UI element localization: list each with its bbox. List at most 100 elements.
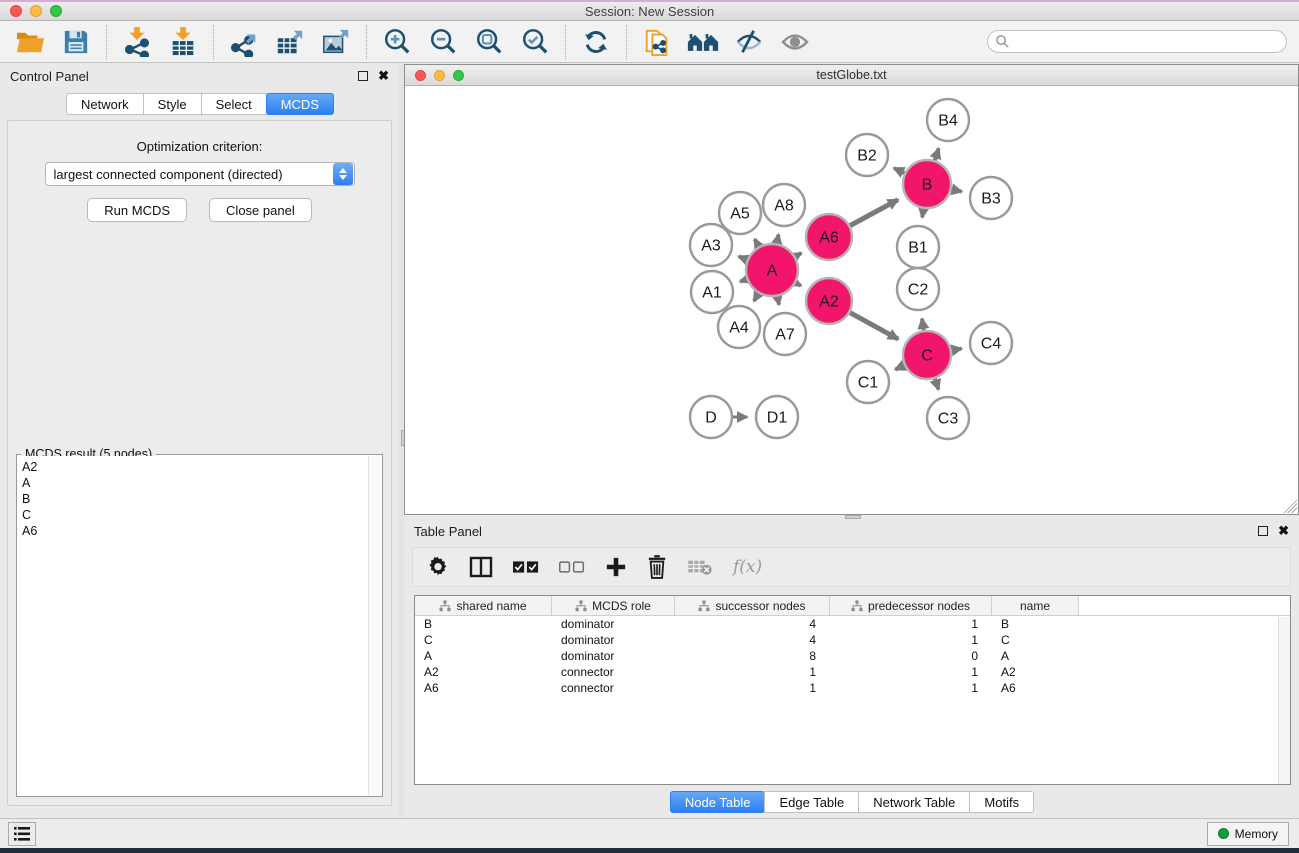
tab-motifs[interactable]: Motifs [969,791,1034,813]
network-resize-grip[interactable] [1283,499,1297,513]
network-window-titlebar[interactable]: testGlobe.txt [405,65,1298,86]
zoom-out-button[interactable] [427,26,459,58]
tab-node-table[interactable]: Node Table [670,791,766,813]
node-B4[interactable]: B4 [927,99,969,141]
float-panel-icon[interactable] [358,71,368,81]
import-network-button[interactable] [121,26,153,58]
import-table-button[interactable] [167,26,199,58]
close-table-panel-icon[interactable]: ✖ [1278,526,1289,536]
hide-selected-button[interactable] [733,26,765,58]
window-titlebar[interactable]: Session: New Session [0,2,1299,21]
show-all-button[interactable] [779,26,811,58]
mcds-list-scrollbar[interactable] [368,456,381,795]
refresh-button[interactable] [580,26,612,58]
mcds-result-item[interactable]: C [22,507,368,523]
node-A7[interactable]: A7 [764,313,806,355]
table-cell: dominator [552,633,675,647]
node-B2[interactable]: B2 [846,134,888,176]
zoom-in-button[interactable] [381,26,413,58]
network-window-title: testGlobe.txt [405,68,1298,82]
shared-column-icon [575,600,587,612]
tab-mcds[interactable]: MCDS [266,93,334,115]
first-neighbors-button[interactable] [687,26,719,58]
tab-style[interactable]: Style [143,93,202,115]
criterion-dropdown[interactable]: largest connected component (directed) [45,162,355,186]
delete-table-button[interactable] [687,554,713,580]
column-header-MCDS-role[interactable]: MCDS role [552,596,675,615]
node-D1[interactable]: D1 [756,396,798,438]
network-canvas[interactable]: A A1 A3 A4 A5 A7 A8A6 A2 B B1 B2 B3 B4 C C1 C2 C3C4 D D1 [405,86,1298,514]
node-A4[interactable]: A4 [718,306,760,348]
table-row[interactable]: Bdominator41B [415,616,1290,632]
node-C4[interactable]: C4 [970,322,1012,364]
add-column-button[interactable] [605,554,627,580]
select-all-checks-icon[interactable] [513,554,539,580]
search-input[interactable] [987,30,1287,53]
deselect-all-checks-icon[interactable] [559,554,585,580]
function-builder-button[interactable]: f(x) [733,554,762,580]
table-row[interactable]: A6connector11A6 [415,680,1290,696]
table-cell: A6 [992,681,1079,695]
tab-select[interactable]: Select [201,93,267,115]
mcds-result-item[interactable]: B [22,491,368,507]
table-settings-button[interactable] [427,554,449,580]
node-C2[interactable]: C2 [897,268,939,310]
task-history-button[interactable] [8,822,36,846]
float-table-panel-icon[interactable] [1258,526,1268,536]
node-D[interactable]: D [690,396,732,438]
mcds-result-item[interactable]: A6 [22,523,368,539]
export-network-button[interactable] [228,26,260,58]
table-cell: 1 [675,665,830,679]
node-A1[interactable]: A1 [691,271,733,313]
mcds-result-item[interactable]: A [22,475,368,491]
table-scrollbar[interactable] [1278,617,1290,784]
close-panel-button[interactable]: Close panel [209,198,312,222]
table-row[interactable]: Cdominator41C [415,632,1290,648]
node-A5[interactable]: A5 [719,192,761,234]
table-row[interactable]: Adominator80A [415,648,1290,664]
tab-network[interactable]: Network [66,93,144,115]
table-cell: B [415,617,552,631]
column-selector-button[interactable] [469,554,493,580]
export-image-button[interactable] [320,26,352,58]
node-C3[interactable]: C3 [927,397,969,439]
open-file-button[interactable] [14,26,46,58]
table-cell: A6 [415,681,552,695]
node-B[interactable]: B [903,160,951,208]
svg-text:B3: B3 [981,191,1001,208]
table-row[interactable]: A2connector11A2 [415,664,1290,680]
edge-A2-C[interactable] [847,311,898,339]
node-A6[interactable]: A6 [806,214,852,260]
memory-status-icon [1218,828,1229,839]
node-C[interactable]: C [903,331,951,379]
network-from-selection-button[interactable] [641,26,673,58]
node-C1[interactable]: C1 [847,361,889,403]
column-header-successor-nodes[interactable]: successor nodes [675,596,830,615]
mcds-result-item[interactable]: A2 [22,459,368,475]
export-table-button[interactable] [274,26,306,58]
edge-A6-B[interactable] [847,200,898,227]
run-mcds-button[interactable]: Run MCDS [87,198,187,222]
node-table[interactable]: shared nameMCDS rolesuccessor nodesprede… [414,595,1291,785]
tab-edge-table[interactable]: Edge Table [764,791,859,813]
node-A8[interactable]: A8 [763,184,805,226]
zoom-fit-button[interactable] [473,26,505,58]
delete-column-button[interactable] [647,554,667,580]
node-B3[interactable]: B3 [970,177,1012,219]
desktop-edge-bottom [0,848,1299,853]
mcds-result-list[interactable]: A2ABCA6 [18,456,368,795]
node-B1[interactable]: B1 [897,226,939,268]
column-header-name[interactable]: name [992,596,1079,615]
node-A2[interactable]: A2 [806,278,852,324]
save-session-button[interactable] [60,26,92,58]
network-graph[interactable]: A A1 A3 A4 A5 A7 A8A6 A2 B B1 B2 B3 B4 C C1 C2 C3C4 D D1 [405,86,1298,514]
close-panel-icon[interactable]: ✖ [378,71,389,81]
column-header-predecessor-nodes[interactable]: predecessor nodes [830,596,992,615]
column-header-shared-name[interactable]: shared name [415,596,552,615]
memory-button[interactable]: Memory [1207,822,1289,846]
zoom-selected-button[interactable] [519,26,551,58]
node-A[interactable]: A [746,244,798,296]
tab-network-table[interactable]: Network Table [858,791,970,813]
search-text-field[interactable] [1010,35,1286,49]
node-A3[interactable]: A3 [690,224,732,266]
